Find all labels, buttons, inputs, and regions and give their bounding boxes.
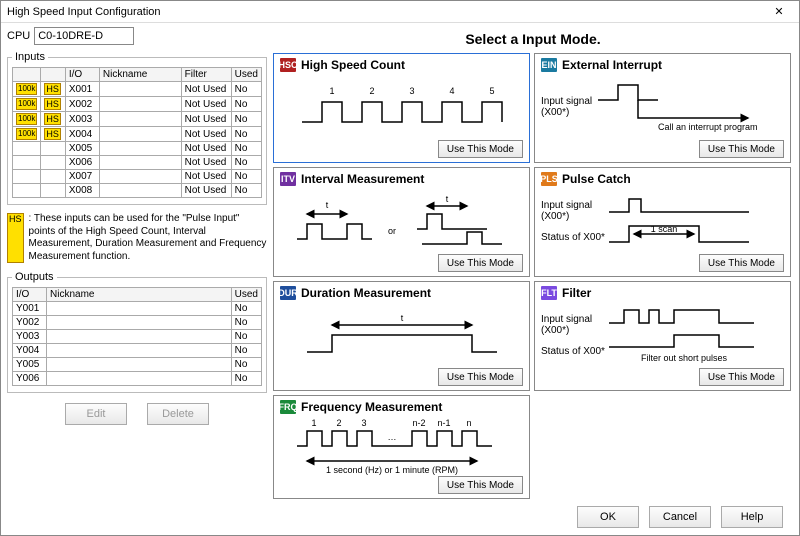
col-filter: Filter	[181, 68, 231, 82]
svg-text:2: 2	[336, 418, 341, 428]
mode-grid: HSCHigh Speed Count 1 2 3 4 5 Use This M…	[273, 53, 793, 499]
svg-text:1: 1	[329, 86, 334, 96]
delete-button[interactable]: Delete	[147, 403, 209, 425]
ein-diagram: Call an interrupt program	[598, 80, 758, 135]
table-row[interactable]: 100kHSX004Not UsedNo	[13, 127, 262, 142]
left-buttons: Edit Delete	[7, 403, 267, 425]
svg-text:n-1: n-1	[437, 418, 450, 428]
svg-text:…: …	[387, 432, 396, 442]
help-button[interactable]: Help	[721, 506, 783, 528]
flt-diagram: Filter out short pulses	[609, 305, 759, 365]
col-used: Used	[231, 68, 261, 82]
right-title: Select a Input Mode.	[273, 27, 793, 53]
table-row[interactable]: Y005No	[13, 358, 262, 372]
table-row[interactable]: 100kHSX003Not UsedNo	[13, 112, 262, 127]
cpu-row: CPU	[7, 27, 267, 45]
use-flt-button[interactable]: Use This Mode	[699, 368, 784, 386]
mode-interval-measurement[interactable]: ITVInterval Measurement	[273, 167, 530, 277]
use-frq-button[interactable]: Use This Mode	[438, 476, 523, 494]
table-row[interactable]: X006Not UsedNo	[13, 156, 262, 170]
mode-high-speed-count[interactable]: HSCHigh Speed Count 1 2 3 4 5 Use This M…	[273, 53, 530, 163]
edit-button[interactable]: Edit	[65, 403, 127, 425]
cancel-button[interactable]: Cancel	[649, 506, 711, 528]
itv-diagram: t t or	[292, 194, 512, 249]
svg-text:t: t	[325, 200, 328, 210]
table-row[interactable]: Y002No	[13, 316, 262, 330]
ok-button[interactable]: OK	[577, 506, 639, 528]
mode-external-interrupt[interactable]: EINExternal Interrupt Input signal(X00*)…	[534, 53, 791, 163]
table-row[interactable]: Y004No	[13, 344, 262, 358]
use-ein-button[interactable]: Use This Mode	[699, 140, 784, 158]
hs-badge-icon: HS	[7, 213, 24, 263]
itv-icon: ITV	[280, 172, 296, 186]
svg-text:t: t	[400, 313, 403, 323]
svg-text:5: 5	[489, 86, 494, 96]
outputs-table[interactable]: I/O Nickname Used Y001NoY002NoY003NoY004…	[12, 287, 262, 386]
table-row[interactable]: 100kHSX001Not UsedNo	[13, 82, 262, 97]
svg-text:n: n	[466, 418, 471, 428]
right-panel: Select a Input Mode. HSCHigh Speed Count…	[273, 27, 793, 499]
close-button[interactable]: ✕	[765, 3, 793, 21]
footer: OK Cancel Help	[1, 499, 799, 535]
ein-icon: EIN	[541, 58, 557, 72]
cpu-field[interactable]	[34, 27, 134, 45]
outputs-fieldset: Outputs I/O Nickname Used Y001NoY002NoY0…	[7, 271, 267, 393]
outputs-legend: Outputs	[12, 271, 57, 283]
frq-diagram: 1 2 3 … n-2 n-1 n 1 second (Hz) or 1 min…	[292, 416, 512, 476]
flt-icon: FLT	[541, 286, 557, 300]
window-title: High Speed Input Configuration	[7, 6, 161, 18]
hs-note: HS : These inputs can be used for the "P…	[7, 213, 267, 263]
col-nickname: Nickname	[99, 68, 181, 82]
table-row[interactable]: Y006No	[13, 372, 262, 386]
window: High Speed Input Configuration ✕ CPU Inp…	[0, 0, 800, 536]
inputs-legend: Inputs	[12, 51, 48, 63]
use-hsc-button[interactable]: Use This Mode	[438, 140, 523, 158]
inputs-fieldset: Inputs I/O Nickname Filter Used 100kHSX0…	[7, 51, 267, 205]
use-pls-button[interactable]: Use This Mode	[699, 254, 784, 272]
svg-text:2: 2	[369, 86, 374, 96]
svg-text:1: 1	[311, 418, 316, 428]
cpu-label: CPU	[7, 30, 30, 42]
mode-frequency-measurement[interactable]: FRQFrequency Measurement 1 2 3 … n-2	[273, 395, 530, 499]
titlebar: High Speed Input Configuration ✕	[1, 1, 799, 23]
col-io: I/O	[65, 68, 99, 82]
use-dur-button[interactable]: Use This Mode	[438, 368, 523, 386]
mode-filter[interactable]: FLTFilter Input signal(X00*) Status of X…	[534, 281, 791, 391]
svg-text:t: t	[445, 194, 448, 204]
svg-text:n-2: n-2	[412, 418, 425, 428]
col-io: I/O	[13, 288, 47, 302]
use-itv-button[interactable]: Use This Mode	[438, 254, 523, 272]
left-panel: CPU Inputs I/O Nickname Filter Used 100k…	[7, 27, 267, 499]
col-used: Used	[231, 288, 261, 302]
svg-text:1 second (Hz) or 1 minute (RPM: 1 second (Hz) or 1 minute (RPM)	[325, 465, 457, 475]
svg-text:1 scan: 1 scan	[651, 224, 678, 234]
table-row[interactable]: 100kHSX002Not UsedNo	[13, 97, 262, 112]
svg-text:Filter out short pulses: Filter out short pulses	[641, 353, 728, 363]
body: CPU Inputs I/O Nickname Filter Used 100k…	[1, 23, 799, 499]
dur-diagram: t	[302, 310, 502, 360]
table-row[interactable]: X005Not UsedNo	[13, 142, 262, 156]
table-row[interactable]: X008Not UsedNo	[13, 184, 262, 198]
mode-duration-measurement[interactable]: DURDuration Measurement t Use This Mode	[273, 281, 530, 391]
table-row[interactable]: Y003No	[13, 330, 262, 344]
col-nickname: Nickname	[47, 288, 232, 302]
pls-diagram: 1 scan	[609, 194, 759, 249]
dur-icon: DUR	[280, 286, 296, 300]
table-row[interactable]: X007Not UsedNo	[13, 170, 262, 184]
pls-icon: PLS	[541, 172, 557, 186]
mode-pulse-catch[interactable]: PLSPulse Catch Input signal(X00*) Status…	[534, 167, 791, 277]
frq-icon: FRQ	[280, 400, 296, 414]
svg-text:3: 3	[409, 86, 414, 96]
svg-text:or: or	[387, 226, 395, 236]
hsc-icon: HSC	[280, 58, 296, 72]
inputs-table[interactable]: I/O Nickname Filter Used 100kHSX001Not U…	[12, 67, 262, 198]
svg-text:Call an interrupt program: Call an interrupt program	[658, 122, 758, 132]
svg-text:4: 4	[449, 86, 454, 96]
hsc-diagram: 1 2 3 4 5	[297, 82, 507, 132]
hs-note-text: : These inputs can be used for the "Puls…	[29, 213, 267, 263]
svg-text:3: 3	[361, 418, 366, 428]
table-row[interactable]: Y001No	[13, 302, 262, 316]
